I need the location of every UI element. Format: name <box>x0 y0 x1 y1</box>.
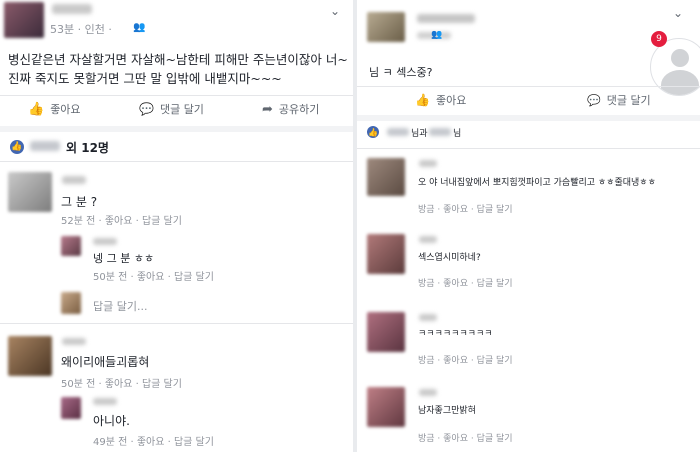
comment-text: ㅋㅋㅋㅋㅋㅋㅋㅋㅋ <box>418 329 493 339</box>
reply-input[interactable]: 답글 달기... <box>93 298 147 314</box>
reply-avatar[interactable] <box>61 236 81 256</box>
notification-badge[interactable]: 9 <box>651 31 667 47</box>
post-body-line-2: 진짜 죽지도 못할거면 그딴 말 입밖에 내뱉지마~~~ <box>8 71 282 86</box>
comment-avatar[interactable] <box>367 312 405 352</box>
reply-meta[interactable]: 50분 전 · 좋아요 · 답글 달기 <box>93 268 214 283</box>
comment-text: 그 분 ? <box>61 195 98 209</box>
comment-button[interactable]: 💬 댓글 달기 <box>587 92 651 108</box>
comment-meta[interactable]: 52분 전 · 좋아요 · 답글 달기 <box>61 212 182 227</box>
author-name-blurred[interactable] <box>52 4 92 14</box>
comment-meta[interactable]: 50분 전 · 좋아요 · 답글 달기 <box>61 375 182 390</box>
commenter-name-blurred[interactable] <box>419 236 437 243</box>
author-name-blurred[interactable] <box>417 14 475 23</box>
my-avatar <box>61 292 81 314</box>
comment-meta[interactable]: 방금 · 좋아요 · 답글 달기 <box>418 202 513 215</box>
share-icon: ➦ <box>262 101 273 117</box>
author-avatar[interactable] <box>4 2 44 38</box>
comment-avatar[interactable] <box>367 234 405 274</box>
reply-avatar[interactable] <box>61 397 81 419</box>
reply-text: 아니야. <box>93 414 130 428</box>
comment-text: 왜이리애들괴롭혀 <box>61 355 150 369</box>
divider <box>357 148 700 149</box>
divider <box>0 95 353 96</box>
like-label: 좋아요 <box>50 103 81 116</box>
comment-icon: 💬 <box>139 102 154 116</box>
right-screenshot: ⌄ 👥 9 님 ㅋ 섹스중? 👍 좋아요 💬 댓글 달기 👍 님과 님 오 야 … <box>357 0 700 452</box>
post-time-location: 53분 · 인천 · <box>50 23 112 36</box>
share-button[interactable]: ➦ 공유하기 <box>262 101 319 117</box>
reactor-name-blurred[interactable] <box>387 128 409 136</box>
commenter-name-blurred[interactable] <box>419 389 437 396</box>
post-body-line-1: 병신같은년 자살할거면 자살해~남한테 피해만 주는년이잖아 너~ <box>8 52 348 67</box>
post-body: 님 ㅋ 섹스중? <box>369 66 433 79</box>
comment-text: 섹스엽시미하네? <box>418 253 481 263</box>
author-avatar[interactable] <box>367 12 405 42</box>
left-screenshot: 53분 · 인천 · 👥 ⌄ 병신같은년 자살할거면 자살해~남한테 피해만 주… <box>0 0 353 452</box>
section-divider <box>0 126 353 132</box>
chevron-down-icon[interactable]: ⌄ <box>673 6 683 20</box>
like-reaction-icon: 👍 <box>367 126 379 138</box>
divider <box>357 86 700 87</box>
comment-button[interactable]: 💬 댓글 달기 <box>139 101 204 117</box>
comment-text: 남자좋그만밝혀 <box>418 406 476 416</box>
comment-avatar[interactable] <box>8 336 52 376</box>
reaction-count[interactable]: 외 12명 <box>66 139 109 156</box>
comment-icon: 💬 <box>587 93 601 107</box>
comment-meta[interactable]: 방금 · 좋아요 · 답글 달기 <box>418 353 513 366</box>
like-label: 좋아요 <box>435 94 467 107</box>
friends-icon: 👥 <box>431 30 443 40</box>
comment-label: 댓글 달기 <box>606 94 651 107</box>
comment-avatar[interactable] <box>8 172 52 212</box>
divider <box>0 323 353 324</box>
comment-meta[interactable]: 방금 · 좋아요 · 답글 달기 <box>418 276 513 289</box>
reply-meta[interactable]: 49분 전 · 좋아요 · 답글 달기 <box>93 433 214 448</box>
like-reaction-icon: 👍 <box>10 140 24 154</box>
divider <box>0 161 353 162</box>
like-button[interactable]: 👍 좋아요 <box>28 101 81 117</box>
commenter-name-blurred[interactable] <box>419 160 437 167</box>
comment-avatar[interactable] <box>367 387 405 427</box>
comment-label: 댓글 달기 <box>159 103 204 116</box>
comment-meta[interactable]: 방금 · 좋아요 · 답글 달기 <box>418 431 513 444</box>
commenter-name-blurred[interactable] <box>62 176 86 184</box>
commenter-name-blurred[interactable] <box>62 338 86 345</box>
replier-name-blurred[interactable] <box>93 398 117 405</box>
commenter-name-blurred[interactable] <box>419 314 437 321</box>
friends-icon: 👥 <box>133 22 146 33</box>
reactor-name-blurred[interactable] <box>429 128 451 136</box>
section-divider <box>357 115 700 121</box>
thumb-icon: 👍 <box>28 101 45 117</box>
like-button[interactable]: 👍 좋아요 <box>415 92 466 108</box>
reply-text: 넹 그 분 ㅎㅎ <box>93 252 155 265</box>
reactor-name-blurred[interactable] <box>30 141 60 151</box>
reactor-suffix: 님과 <box>411 129 428 139</box>
share-label: 공유하기 <box>278 103 320 116</box>
replier-name-blurred[interactable] <box>93 238 117 245</box>
chevron-down-icon[interactable]: ⌄ <box>330 4 340 18</box>
thumb-icon: 👍 <box>415 93 430 107</box>
reactor-suffix: 님 <box>453 129 462 139</box>
comment-avatar[interactable] <box>367 158 405 196</box>
comment-text: 오 야 너내집앞에서 뽀지힘껏파이고 가슴빨리고 ㅎㅎ줄대냉ㅎㅎ <box>418 178 656 188</box>
